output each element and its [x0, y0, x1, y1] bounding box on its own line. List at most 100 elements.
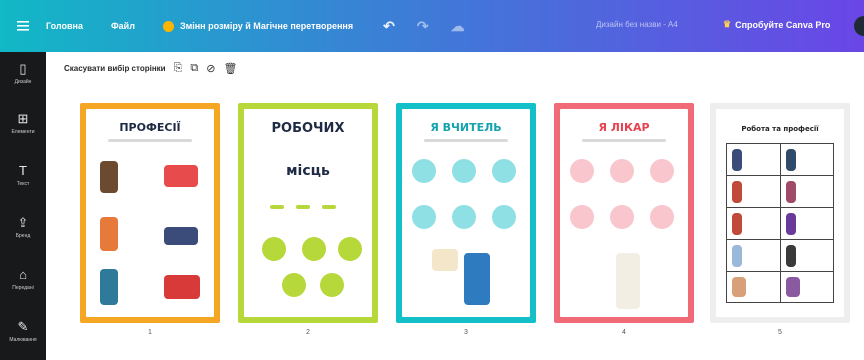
icon-circle: [570, 159, 594, 183]
elements-icon: ⊞: [17, 111, 29, 126]
design-icon: ▯: [19, 61, 27, 76]
page-subtitle: [108, 139, 192, 142]
table-divider: [726, 239, 834, 240]
page-title: Я ВЧИТЕЛЬ: [430, 121, 502, 134]
icon-circle: [338, 237, 362, 261]
worker-figure: [732, 245, 742, 267]
uploads-icon: ⌂: [19, 267, 27, 282]
icon-circle: [610, 159, 634, 183]
cloud-sync-icon[interactable]: ☁: [451, 18, 465, 35]
sidebar-item-label: Дизайн: [14, 79, 32, 85]
worker-figure: [100, 269, 118, 305]
fire-truck-figure: [164, 275, 200, 299]
page-thumbnail-3[interactable]: Я ВЧИТЕЛЬ: [396, 103, 536, 323]
page-subtitle: [424, 139, 508, 142]
table-divider: [780, 143, 781, 303]
ambulance-figure: [164, 165, 198, 187]
police-car-figure: [164, 227, 198, 245]
page-title: ПРОФЕСІЇ: [119, 121, 181, 134]
redo-icon[interactable]: ↷: [417, 18, 429, 35]
worker-figure: [732, 277, 746, 297]
worker-figure: [732, 181, 742, 203]
avatar[interactable]: [854, 16, 864, 36]
icon-circle: [282, 273, 306, 297]
icon-circle: [452, 159, 476, 183]
worker-figure: [786, 149, 796, 171]
hide-icon[interactable]: ⊘: [206, 62, 215, 75]
page-thumbnail-2[interactable]: РОБОЧИХ місць: [238, 103, 378, 323]
icon-circle: [302, 237, 326, 261]
menu-icon[interactable]: [0, 0, 46, 52]
try-pro-label: Спробуйте Canva Pro: [735, 19, 831, 30]
icon-circle: [452, 205, 476, 229]
page-subtitle-text: місць: [286, 163, 330, 179]
file-menu[interactable]: Файл: [111, 21, 135, 31]
page-title: Робота та професії: [741, 125, 819, 133]
page-title: РОБОЧИХ: [271, 121, 345, 136]
page-thumbnail-1[interactable]: ПРОФЕСІЇ: [80, 103, 220, 323]
icon-circle: [650, 205, 674, 229]
icon-circle: [492, 159, 516, 183]
worker-figure: [100, 161, 118, 193]
crown-icon: [162, 20, 174, 32]
top-bar: Головна Файл Змінн розміру й Магічне пер…: [0, 0, 864, 52]
board-figure: [432, 249, 458, 271]
page-subtitle: [582, 139, 666, 142]
draw-icon: ✎: [17, 319, 29, 334]
sidebar-item-elements[interactable]: ⊞ Елементи: [0, 111, 46, 136]
icon-circle: [650, 159, 674, 183]
text-icon: T: [19, 163, 27, 178]
icon-circle: [412, 205, 436, 229]
doctor-figure: [616, 253, 640, 309]
decor-line: [322, 205, 336, 209]
worker-figure: [786, 213, 796, 235]
sidebar-item-label: Малювання: [9, 337, 37, 343]
table-divider: [726, 271, 834, 272]
page-number: 5: [778, 329, 782, 336]
worker-figure: [732, 213, 742, 235]
table-divider: [726, 175, 834, 176]
sidebar-item-label: Текст: [16, 181, 30, 187]
sidebar-item-text[interactable]: T Текст: [0, 163, 46, 188]
duplicate-icon[interactable]: ⧉: [190, 62, 198, 75]
worker-figure: [786, 245, 796, 267]
icon-circle: [412, 159, 436, 183]
icon-circle: [492, 205, 516, 229]
page-number: 2: [306, 329, 310, 336]
design-title[interactable]: Дизайн без назви - A4: [596, 20, 678, 29]
brand-icon: ⇪: [17, 215, 29, 230]
page-number: 4: [622, 329, 626, 336]
worker-figure: [786, 181, 796, 203]
trash-icon[interactable]: 🗑: [223, 62, 237, 75]
sidebar-item-design[interactable]: ▯ Дизайн: [0, 61, 46, 86]
resize-label: Змінн розміру й Магічне перетворення: [179, 21, 354, 31]
icon-circle: [570, 205, 594, 229]
decor-line: [270, 205, 284, 209]
home-link[interactable]: Головна: [46, 21, 83, 31]
decor-line: [296, 205, 310, 209]
undo-icon[interactable]: ↶: [383, 18, 395, 35]
sidebar: ▯ Дизайн ⊞ Елементи T Текст ⇪ Бренд ⌂ Пе…: [0, 52, 46, 360]
worker-figure: [786, 277, 800, 297]
worker-figure: [100, 217, 118, 251]
icon-circle: [320, 273, 344, 297]
teacher-figure: [464, 253, 490, 305]
worker-figure: [732, 149, 742, 171]
try-pro-button[interactable]: ♛ Спробуйте Canva Pro: [723, 19, 830, 30]
page-title: Я ЛІКАР: [598, 121, 650, 134]
sidebar-item-draw[interactable]: ✎ Малювання: [0, 319, 46, 344]
page-thumbnail-5[interactable]: Робота та професії: [710, 103, 850, 323]
page-thumbnail-4[interactable]: Я ЛІКАР: [554, 103, 694, 323]
sidebar-item-brand[interactable]: ⇪ Бренд: [0, 215, 46, 240]
icon-circle: [262, 237, 286, 261]
add-page-icon[interactable]: ⎘: [174, 62, 183, 75]
sidebar-item-label: Передані: [12, 285, 34, 291]
page-number: 3: [464, 329, 468, 336]
page-number: 1: [148, 329, 152, 336]
sidebar-item-label: Бренд: [15, 233, 31, 239]
page-action-bar: Скасувати вибір сторінки ⎘ ⧉ ⊘ 🗑: [64, 60, 237, 76]
resize-button[interactable]: Змінн розміру й Магічне перетворення: [162, 20, 354, 32]
sidebar-item-uploads[interactable]: ⌂ Передані: [0, 267, 46, 292]
table-divider: [726, 207, 834, 208]
deselect-pages-button[interactable]: Скасувати вибір сторінки: [64, 64, 166, 73]
